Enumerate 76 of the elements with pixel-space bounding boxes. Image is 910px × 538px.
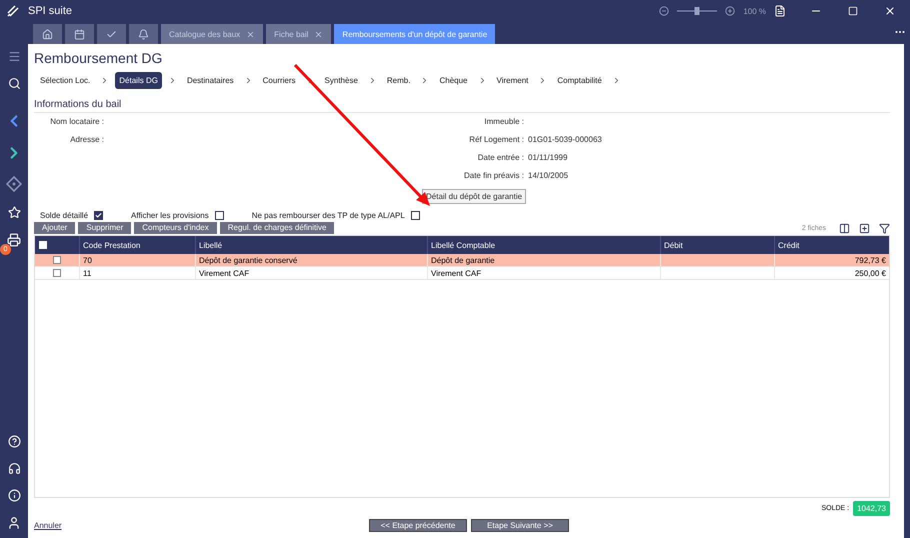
logo-icon bbox=[6, 4, 20, 18]
action-button[interactable]: Ajouter bbox=[34, 222, 76, 234]
add-icon[interactable] bbox=[859, 222, 870, 234]
table-cell: 70 bbox=[79, 254, 195, 266]
window-title: SPI suite bbox=[28, 5, 72, 17]
checkbox[interactable] bbox=[410, 211, 420, 220]
step-tab[interactable]: Remb. bbox=[382, 72, 414, 89]
checkbox-label: Afficher les provisions bbox=[131, 211, 209, 220]
action-button[interactable]: Supprimer bbox=[78, 222, 132, 234]
step-tab[interactable]: Virement bbox=[492, 72, 532, 89]
table-cell: Virement CAF bbox=[427, 267, 660, 279]
cancel-link[interactable]: Annuler bbox=[34, 520, 62, 530]
menu-icon[interactable] bbox=[8, 50, 20, 63]
row-checkbox[interactable] bbox=[53, 269, 61, 277]
select-all-checkbox[interactable] bbox=[39, 241, 47, 249]
table-row[interactable]: 70 Dépôt de garantie conservé Dépôt de garantie 792,73 € bbox=[35, 254, 889, 267]
checkbox-label: Ne pas rembourser des TP de type AL/APL bbox=[252, 211, 405, 220]
row-checkbox[interactable] bbox=[53, 256, 61, 264]
balance-value: 1042,73 bbox=[853, 501, 890, 516]
checkbox-label: Solde détaillé bbox=[40, 211, 88, 220]
table-cell: 11 bbox=[79, 267, 195, 279]
bell-icon bbox=[138, 28, 149, 40]
search-icon[interactable] bbox=[8, 77, 20, 90]
diamond-icon[interactable] bbox=[6, 176, 22, 192]
tab[interactable] bbox=[65, 24, 94, 44]
tab[interactable] bbox=[33, 24, 62, 44]
step-nav-button[interactable]: Etape Suivante >> bbox=[471, 518, 569, 532]
step-nav-button[interactable]: << Etape précédente bbox=[369, 518, 467, 532]
field-label: Adresse : bbox=[69, 135, 104, 146]
table-cell: Dépôt de garantie bbox=[427, 254, 660, 266]
filter-icon[interactable] bbox=[879, 222, 890, 234]
maximize-icon[interactable] bbox=[848, 6, 858, 16]
field-label: Nom locataire : bbox=[49, 117, 104, 126]
help-icon[interactable] bbox=[8, 435, 20, 448]
zoom-out-icon[interactable] bbox=[659, 6, 670, 16]
table-cell: 792,73 € bbox=[774, 254, 889, 266]
field-value: 14/10/2005 bbox=[528, 171, 570, 180]
step-tab[interactable]: Synthèse bbox=[320, 72, 362, 89]
field-value: 01G01-5039-000063 bbox=[528, 135, 603, 144]
document-icon[interactable] bbox=[774, 5, 786, 17]
zoom-in-icon[interactable] bbox=[725, 6, 736, 16]
table-cell: Dépôt de garantie conservé bbox=[195, 254, 427, 266]
columns-icon[interactable] bbox=[839, 222, 850, 234]
table-cell: Virement CAF bbox=[195, 267, 427, 279]
user-icon[interactable] bbox=[7, 516, 21, 530]
action-button[interactable]: Compteurs d'index bbox=[134, 222, 217, 234]
home-icon bbox=[42, 28, 53, 40]
action-button[interactable]: Regul. de charges définitive bbox=[220, 222, 334, 234]
field-label: Réf Logement : bbox=[468, 135, 524, 144]
headset-icon[interactable] bbox=[8, 462, 20, 475]
calendar-icon bbox=[74, 28, 85, 40]
step-tab[interactable]: Sélection Loc. bbox=[36, 72, 94, 89]
printer-icon[interactable] bbox=[7, 233, 21, 247]
close-icon[interactable] bbox=[884, 5, 896, 17]
field-label: Date entrée : bbox=[476, 153, 524, 162]
field-label: Date fin préavis : bbox=[462, 171, 524, 180]
table-row[interactable]: 11 Virement CAF Virement CAF 250,00 € bbox=[35, 267, 889, 280]
field-label: Immeuble : bbox=[483, 117, 524, 126]
step-tab[interactable]: Destinataires bbox=[182, 72, 238, 89]
star-icon[interactable] bbox=[8, 206, 20, 219]
table-cell: 250,00 € bbox=[774, 267, 889, 279]
zoom-slider[interactable] bbox=[677, 6, 718, 16]
step-tab[interactable]: Comptabilité bbox=[553, 72, 606, 89]
field-value: 01/11/1999 bbox=[528, 153, 568, 162]
step-tab[interactable]: Chèque bbox=[435, 72, 472, 89]
page-title: Remboursement DG bbox=[34, 50, 164, 66]
tab[interactable] bbox=[129, 24, 158, 44]
checkbox[interactable] bbox=[214, 211, 224, 220]
step-tab[interactable]: Détails DG bbox=[115, 72, 162, 89]
step-tab[interactable]: Courriers bbox=[258, 72, 300, 89]
check-icon bbox=[106, 28, 117, 40]
zoom-level: 100 % bbox=[743, 6, 766, 16]
checkbox[interactable] bbox=[94, 211, 104, 220]
tooltip: Détail du dépôt de garantie bbox=[422, 189, 526, 204]
info-icon[interactable] bbox=[8, 489, 20, 502]
section-title: Informations du bail bbox=[34, 93, 890, 113]
